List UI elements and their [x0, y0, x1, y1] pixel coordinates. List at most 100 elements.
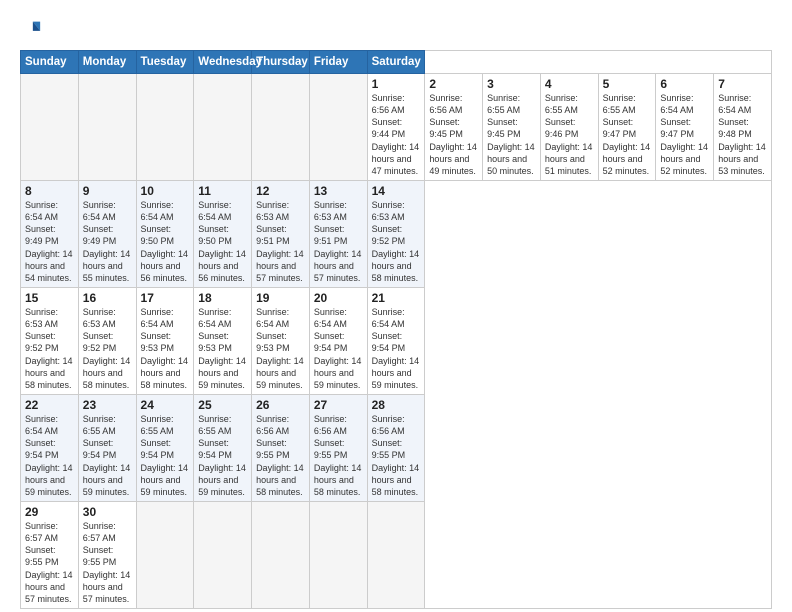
calendar-day-cell [136, 74, 194, 181]
calendar-week-row: 8 Sunrise: 6:54 AMSunset: 9:49 PMDayligh… [21, 180, 772, 287]
calendar-day-cell: 3 Sunrise: 6:55 AMSunset: 9:45 PMDayligh… [483, 74, 541, 181]
col-header-saturday: Saturday [367, 51, 425, 74]
col-header-wednesday: Wednesday [194, 51, 252, 74]
calendar-day-cell: 23 Sunrise: 6:55 AMSunset: 9:54 PMDaylig… [78, 394, 136, 501]
calendar-day-cell: 18 Sunrise: 6:54 AMSunset: 9:53 PMDaylig… [194, 287, 252, 394]
calendar-day-cell [309, 74, 367, 181]
col-header-monday: Monday [78, 51, 136, 74]
calendar-table: SundayMondayTuesdayWednesdayThursdayFrid… [20, 50, 772, 609]
day-number: 1 [372, 77, 421, 91]
day-number: 9 [83, 184, 132, 198]
calendar-week-row: 22 Sunrise: 6:54 AMSunset: 9:54 PMDaylig… [21, 394, 772, 501]
day-number: 22 [25, 398, 74, 412]
day-info: Sunrise: 6:54 AMSunset: 9:53 PMDaylight:… [141, 306, 190, 391]
calendar-day-cell: 27 Sunrise: 6:56 AMSunset: 9:55 PMDaylig… [309, 394, 367, 501]
day-number: 10 [141, 184, 190, 198]
day-number: 27 [314, 398, 363, 412]
day-number: 4 [545, 77, 594, 91]
day-info: Sunrise: 6:57 AMSunset: 9:55 PMDaylight:… [25, 520, 74, 605]
day-number: 30 [83, 505, 132, 519]
calendar-day-cell [252, 501, 310, 608]
calendar-week-row: 1 Sunrise: 6:56 AMSunset: 9:44 PMDayligh… [21, 74, 772, 181]
day-info: Sunrise: 6:55 AMSunset: 9:54 PMDaylight:… [141, 413, 190, 498]
calendar-day-cell [78, 74, 136, 181]
day-info: Sunrise: 6:55 AMSunset: 9:54 PMDaylight:… [83, 413, 132, 498]
calendar-day-cell [21, 74, 79, 181]
calendar-header-row: SundayMondayTuesdayWednesdayThursdayFrid… [21, 51, 772, 74]
day-number: 17 [141, 291, 190, 305]
calendar-day-cell: 24 Sunrise: 6:55 AMSunset: 9:54 PMDaylig… [136, 394, 194, 501]
day-info: Sunrise: 6:54 AMSunset: 9:54 PMDaylight:… [372, 306, 421, 391]
calendar-week-row: 15 Sunrise: 6:53 AMSunset: 9:52 PMDaylig… [21, 287, 772, 394]
col-header-friday: Friday [309, 51, 367, 74]
calendar-day-cell: 10 Sunrise: 6:54 AMSunset: 9:50 PMDaylig… [136, 180, 194, 287]
calendar-day-cell: 13 Sunrise: 6:53 AMSunset: 9:51 PMDaylig… [309, 180, 367, 287]
calendar-day-cell: 4 Sunrise: 6:55 AMSunset: 9:46 PMDayligh… [540, 74, 598, 181]
day-info: Sunrise: 6:54 AMSunset: 9:48 PMDaylight:… [718, 92, 767, 177]
day-number: 14 [372, 184, 421, 198]
day-info: Sunrise: 6:56 AMSunset: 9:55 PMDaylight:… [314, 413, 363, 498]
day-info: Sunrise: 6:54 AMSunset: 9:47 PMDaylight:… [660, 92, 709, 177]
calendar-day-cell: 16 Sunrise: 6:53 AMSunset: 9:52 PMDaylig… [78, 287, 136, 394]
day-number: 28 [372, 398, 421, 412]
calendar-day-cell: 1 Sunrise: 6:56 AMSunset: 9:44 PMDayligh… [367, 74, 425, 181]
calendar-day-cell [309, 501, 367, 608]
day-info: Sunrise: 6:55 AMSunset: 9:46 PMDaylight:… [545, 92, 594, 177]
day-info: Sunrise: 6:57 AMSunset: 9:55 PMDaylight:… [83, 520, 132, 605]
calendar-day-cell: 21 Sunrise: 6:54 AMSunset: 9:54 PMDaylig… [367, 287, 425, 394]
day-number: 15 [25, 291, 74, 305]
logo [20, 18, 46, 40]
calendar-day-cell: 2 Sunrise: 6:56 AMSunset: 9:45 PMDayligh… [425, 74, 483, 181]
calendar-day-cell: 7 Sunrise: 6:54 AMSunset: 9:48 PMDayligh… [714, 74, 772, 181]
calendar-day-cell: 11 Sunrise: 6:54 AMSunset: 9:50 PMDaylig… [194, 180, 252, 287]
day-info: Sunrise: 6:56 AMSunset: 9:55 PMDaylight:… [256, 413, 305, 498]
day-info: Sunrise: 6:53 AMSunset: 9:52 PMDaylight:… [83, 306, 132, 391]
day-info: Sunrise: 6:54 AMSunset: 9:49 PMDaylight:… [25, 199, 74, 284]
day-info: Sunrise: 6:54 AMSunset: 9:49 PMDaylight:… [83, 199, 132, 284]
calendar-day-cell [252, 74, 310, 181]
col-header-tuesday: Tuesday [136, 51, 194, 74]
header [20, 18, 772, 40]
day-number: 26 [256, 398, 305, 412]
day-info: Sunrise: 6:55 AMSunset: 9:45 PMDaylight:… [487, 92, 536, 177]
calendar-day-cell: 9 Sunrise: 6:54 AMSunset: 9:49 PMDayligh… [78, 180, 136, 287]
day-number: 23 [83, 398, 132, 412]
calendar-day-cell: 26 Sunrise: 6:56 AMSunset: 9:55 PMDaylig… [252, 394, 310, 501]
day-info: Sunrise: 6:53 AMSunset: 9:52 PMDaylight:… [372, 199, 421, 284]
day-number: 21 [372, 291, 421, 305]
day-number: 13 [314, 184, 363, 198]
day-number: 5 [603, 77, 652, 91]
day-info: Sunrise: 6:54 AMSunset: 9:50 PMDaylight:… [198, 199, 247, 284]
day-info: Sunrise: 6:54 AMSunset: 9:50 PMDaylight:… [141, 199, 190, 284]
day-number: 25 [198, 398, 247, 412]
calendar-day-cell: 25 Sunrise: 6:55 AMSunset: 9:54 PMDaylig… [194, 394, 252, 501]
day-info: Sunrise: 6:56 AMSunset: 9:44 PMDaylight:… [372, 92, 421, 177]
day-number: 19 [256, 291, 305, 305]
day-info: Sunrise: 6:54 AMSunset: 9:54 PMDaylight:… [25, 413, 74, 498]
day-number: 16 [83, 291, 132, 305]
day-number: 8 [25, 184, 74, 198]
day-info: Sunrise: 6:53 AMSunset: 9:51 PMDaylight:… [256, 199, 305, 284]
calendar-day-cell [194, 74, 252, 181]
day-info: Sunrise: 6:55 AMSunset: 9:54 PMDaylight:… [198, 413, 247, 498]
calendar-day-cell: 29 Sunrise: 6:57 AMSunset: 9:55 PMDaylig… [21, 501, 79, 608]
calendar-day-cell: 28 Sunrise: 6:56 AMSunset: 9:55 PMDaylig… [367, 394, 425, 501]
day-number: 29 [25, 505, 74, 519]
day-number: 3 [487, 77, 536, 91]
day-info: Sunrise: 6:55 AMSunset: 9:47 PMDaylight:… [603, 92, 652, 177]
day-info: Sunrise: 6:54 AMSunset: 9:53 PMDaylight:… [256, 306, 305, 391]
calendar-day-cell: 8 Sunrise: 6:54 AMSunset: 9:49 PMDayligh… [21, 180, 79, 287]
day-number: 12 [256, 184, 305, 198]
day-info: Sunrise: 6:53 AMSunset: 9:51 PMDaylight:… [314, 199, 363, 284]
page: SundayMondayTuesdayWednesdayThursdayFrid… [0, 0, 792, 612]
col-header-sunday: Sunday [21, 51, 79, 74]
calendar-day-cell: 20 Sunrise: 6:54 AMSunset: 9:54 PMDaylig… [309, 287, 367, 394]
calendar-day-cell [194, 501, 252, 608]
logo-icon [20, 18, 42, 40]
calendar-day-cell: 19 Sunrise: 6:54 AMSunset: 9:53 PMDaylig… [252, 287, 310, 394]
day-number: 20 [314, 291, 363, 305]
calendar-day-cell: 5 Sunrise: 6:55 AMSunset: 9:47 PMDayligh… [598, 74, 656, 181]
day-info: Sunrise: 6:54 AMSunset: 9:53 PMDaylight:… [198, 306, 247, 391]
day-number: 2 [429, 77, 478, 91]
calendar-day-cell: 17 Sunrise: 6:54 AMSunset: 9:53 PMDaylig… [136, 287, 194, 394]
